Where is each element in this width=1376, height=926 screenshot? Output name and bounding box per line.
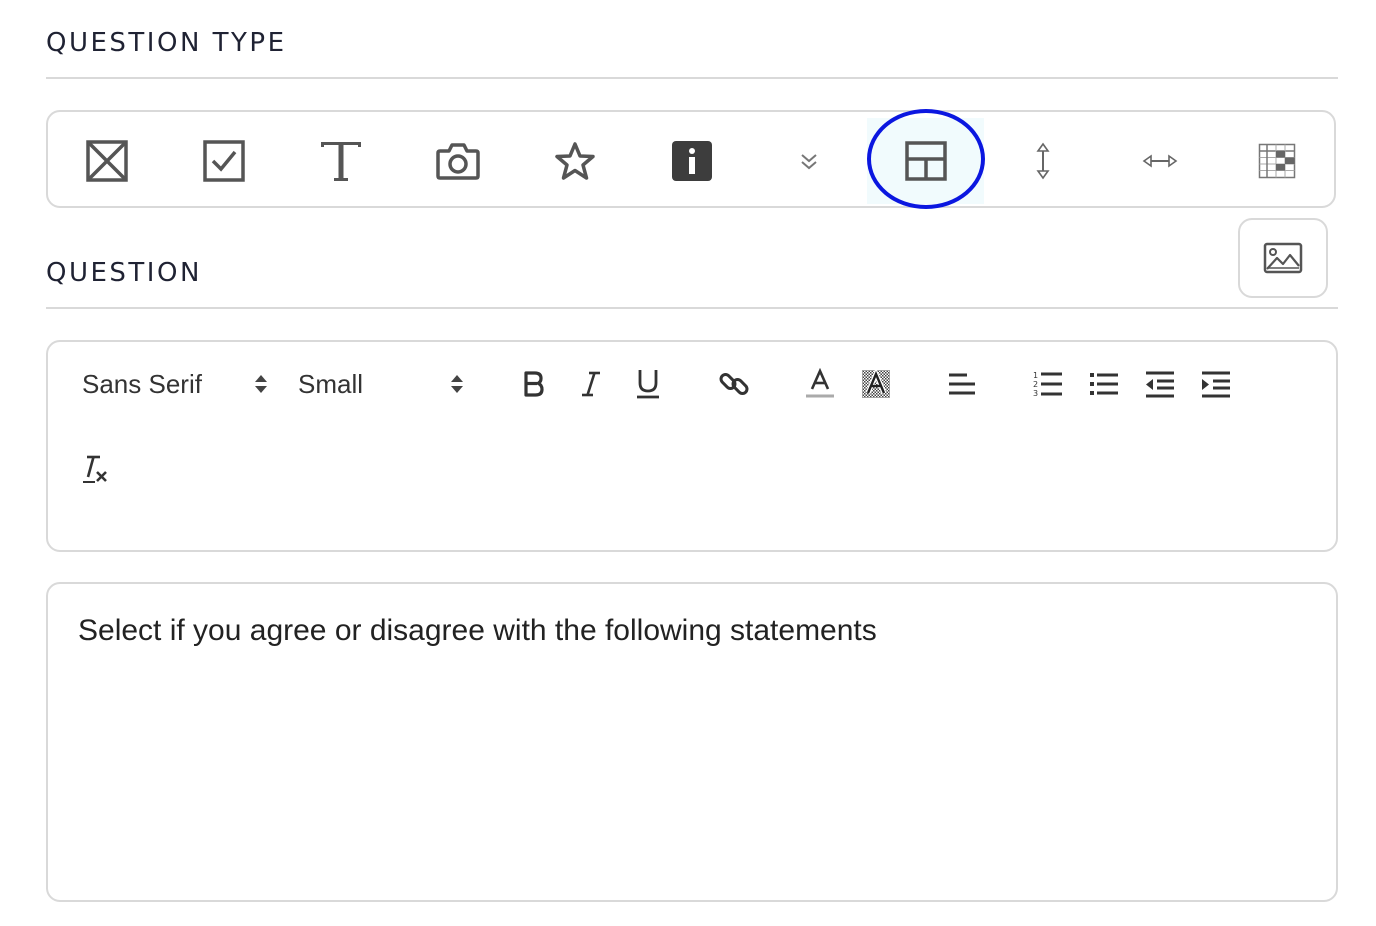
question-divider [46, 307, 1338, 309]
question-type-toolbar [46, 110, 1336, 208]
star-icon [554, 142, 595, 180]
text-color-button[interactable] [800, 364, 840, 404]
question-type-dropdown[interactable] [750, 118, 867, 204]
updown-arrows-icon [255, 375, 267, 393]
background-color-button[interactable] [856, 364, 896, 404]
clear-format-button[interactable] [74, 450, 114, 490]
italic-icon [582, 371, 600, 397]
info-icon [671, 141, 712, 181]
svg-text:2: 2 [1033, 380, 1038, 389]
ordered-list-button[interactable]: 1 2 3 [1028, 364, 1068, 404]
grid-layout-icon [904, 141, 947, 181]
outdent-button[interactable] [1140, 364, 1180, 404]
question-type-photo[interactable] [399, 118, 516, 204]
align-left-button[interactable] [942, 364, 982, 404]
ordered-list-icon: 1 2 3 [1033, 371, 1062, 398]
question-text-editor[interactable]: Select if you agree or disagree with the… [46, 582, 1338, 902]
horizontal-arrows-icon [1142, 154, 1177, 168]
text-t-icon [320, 142, 361, 181]
question-type-info[interactable] [633, 118, 750, 204]
boxed-x-icon [85, 140, 128, 182]
font-size-label: Small [298, 368, 364, 399]
vertical-arrows-icon [1035, 142, 1050, 180]
background-color-icon [862, 369, 890, 398]
font-family-picker[interactable]: Sans Serif [82, 364, 282, 404]
question-text: Select if you agree or disagree with the… [78, 614, 877, 647]
indent-button[interactable] [1196, 364, 1236, 404]
question-type-horizontal-scale[interactable] [1101, 118, 1218, 204]
checkbox-icon [202, 140, 245, 182]
bold-icon [524, 371, 544, 397]
svg-text:1: 1 [1033, 371, 1038, 380]
question-type-rating[interactable] [516, 118, 633, 204]
italic-button[interactable] [571, 364, 611, 404]
text-color-icon [806, 368, 834, 398]
indent-icon [1202, 371, 1230, 398]
bold-button[interactable] [514, 364, 554, 404]
outdent-icon [1146, 371, 1174, 398]
question-type-heading: QUESTION TYPE [46, 28, 287, 58]
link-button[interactable] [714, 364, 754, 404]
bullet-list-icon [1090, 373, 1118, 395]
link-icon [719, 373, 749, 395]
svg-text:3: 3 [1033, 389, 1038, 398]
question-type-multiple-choice[interactable] [165, 118, 282, 204]
rich-text-toolbar: Sans Serif Small 1 2 3 [46, 340, 1338, 552]
question-type-vertical-scale[interactable] [984, 118, 1101, 204]
question-heading: QUESTION [46, 258, 202, 288]
bullet-list-button[interactable] [1084, 364, 1124, 404]
clear-format-icon [83, 455, 107, 483]
double-chevron-down-icon [800, 154, 817, 170]
underline-button[interactable] [628, 364, 668, 404]
question-type-matrix[interactable] [867, 118, 984, 204]
font-family-label: Sans Serif [82, 368, 202, 399]
table-icon [1258, 143, 1295, 179]
font-size-picker[interactable]: Small [298, 364, 478, 404]
align-left-icon [949, 373, 975, 395]
question-type-text[interactable] [282, 118, 399, 204]
camera-icon [435, 143, 480, 180]
updown-arrows-icon [451, 375, 463, 393]
question-type-single-choice[interactable] [48, 118, 165, 204]
underline-icon [637, 370, 659, 399]
question-type-divider [46, 77, 1338, 79]
question-type-table[interactable] [1218, 118, 1335, 204]
